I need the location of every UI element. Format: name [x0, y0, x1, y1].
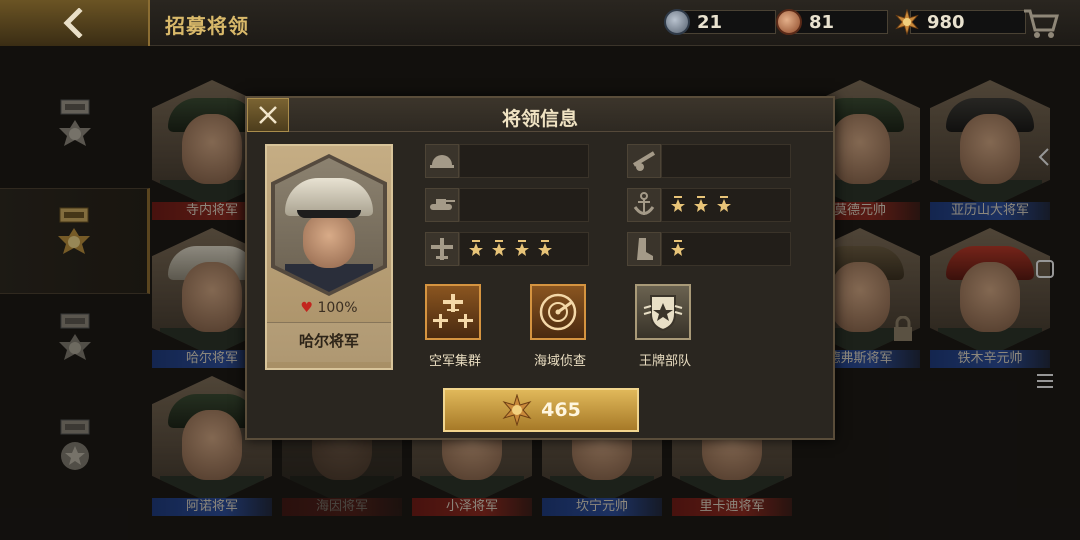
star-icon — [515, 240, 529, 256]
shopping-cart-icon[interactable] — [1022, 6, 1060, 40]
recruit-price: 465 — [541, 399, 581, 421]
general-portrait-card: ♥ 100% 哈尔将军 — [265, 144, 393, 370]
star-icon — [694, 196, 708, 212]
skill-air-group[interactable]: 空军集群 — [415, 284, 495, 374]
star-icon — [492, 240, 506, 256]
star-bar — [661, 188, 791, 222]
resource-medal-bronze: 81 — [776, 8, 888, 36]
skill-ace-troops[interactable]: 王牌部队 — [625, 284, 705, 374]
star-bar — [661, 232, 791, 266]
star-icon — [469, 240, 483, 256]
star-icon — [538, 240, 552, 256]
loyalty-value: 100% — [317, 300, 358, 316]
tank-icon — [430, 199, 455, 210]
gold-badge-icon — [895, 9, 919, 35]
resource-medal-blue: 21 — [664, 8, 776, 36]
star-bar — [459, 144, 589, 178]
skill-label: 空军集群 — [428, 354, 481, 369]
resource-value: 980 — [910, 10, 1026, 34]
ace-troops-icon — [635, 284, 691, 340]
heart-icon: ♥ — [300, 300, 314, 316]
chevron-left-icon — [63, 8, 83, 38]
star-bar — [459, 188, 589, 222]
recruit-button[interactable]: 465 — [443, 388, 639, 432]
star-bar — [661, 144, 791, 178]
skill-label: 海域侦查 — [533, 354, 586, 369]
skill-sea-radar[interactable]: 海域侦查 — [520, 284, 600, 374]
gold-badge-icon — [502, 394, 532, 426]
close-button[interactable] — [247, 98, 289, 132]
air-group-icon — [425, 284, 481, 340]
bronze-medal-icon — [776, 9, 802, 35]
sea-radar-icon — [530, 284, 586, 340]
close-icon — [259, 106, 277, 124]
general-name: 哈尔将军 — [298, 332, 359, 350]
skill-label: 王牌部队 — [638, 354, 691, 369]
blue-medal-icon — [664, 9, 690, 35]
boot-icon — [637, 238, 653, 260]
helmet-icon — [430, 155, 454, 168]
general-info-modal: 将领信息 ♥ 100% 哈尔将军 空军集群 海域侦查 王牌部队 465 — [245, 96, 835, 440]
resource-gold: 980 — [894, 8, 1026, 36]
artillery-icon — [632, 151, 656, 171]
anchor-icon — [633, 192, 655, 215]
resource-value: 81 — [792, 10, 888, 34]
star-bar — [459, 232, 589, 266]
modal-title: 将领信息 — [501, 108, 578, 130]
back-button[interactable] — [0, 0, 150, 46]
plane-icon — [431, 238, 453, 260]
general-portrait — [271, 154, 387, 296]
resource-value: 21 — [680, 10, 776, 34]
loyalty-indicator: ♥ 100% — [267, 300, 391, 316]
star-icon — [671, 240, 685, 256]
star-icon — [717, 196, 731, 212]
top-bar: 招募将领 21 81 980 — [0, 0, 1080, 46]
star-icon — [671, 196, 685, 212]
page-title: 招募将领 — [165, 14, 249, 38]
modal-header: 将领信息 — [247, 98, 833, 132]
